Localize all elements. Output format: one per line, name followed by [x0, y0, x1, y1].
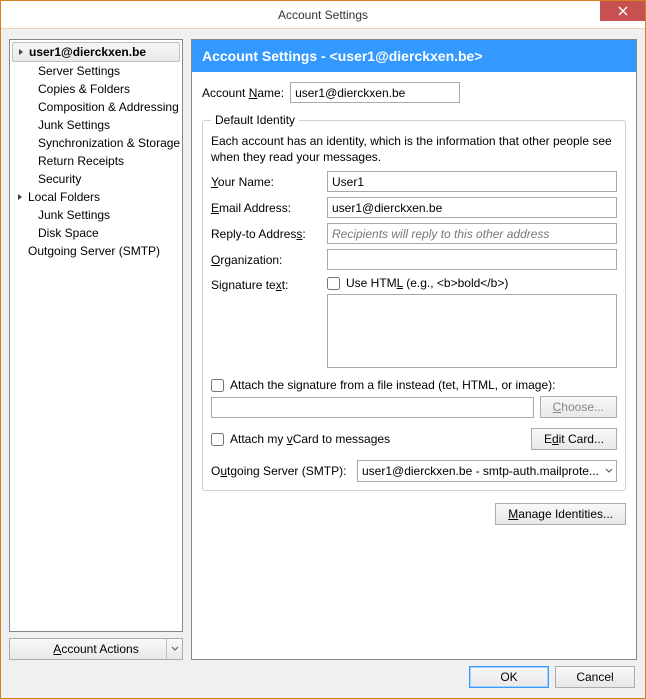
- main-row: user1@dierckxen.be Server Settings Copies …: [9, 39, 637, 660]
- tree-item[interactable]: Synchronization & Storage: [10, 134, 182, 152]
- manage-identities-row: Manage Identities...: [202, 503, 626, 525]
- tree-item[interactable]: user1@dierckxen.be: [12, 42, 180, 62]
- choose-file-button: Choose...: [540, 396, 617, 418]
- tree-item-label: Security: [38, 172, 81, 186]
- use-html-checkbox[interactable]: [327, 277, 340, 290]
- tree-item[interactable]: Local Folders: [10, 188, 182, 206]
- signature-row: Signature text: Use HTML (e.g., <b>bold<…: [211, 276, 617, 368]
- smtp-label: Outgoing Server (SMTP):: [211, 464, 351, 478]
- sidebar: user1@dierckxen.be Server Settings Copies …: [9, 39, 183, 660]
- reply-to-input[interactable]: [327, 223, 617, 244]
- vcard-checkbox[interactable]: [211, 433, 224, 446]
- manage-identities-button[interactable]: Manage Identities...: [495, 503, 626, 525]
- tree-item-label: Return Receipts: [38, 154, 124, 168]
- account-name-row: Account Name:: [202, 82, 626, 103]
- tree-item-label: Server Settings: [38, 64, 120, 78]
- vcard-row: Attach my vCard to messages Edit Card...: [211, 428, 617, 450]
- smtp-row: Outgoing Server (SMTP): user1@dierckxen.…: [211, 460, 617, 482]
- tree-item-label: Junk Settings: [38, 118, 110, 132]
- dialog-body: user1@dierckxen.be Server Settings Copies …: [1, 29, 645, 698]
- signature-textarea[interactable]: [327, 294, 617, 368]
- tree-item-label: Local Folders: [28, 190, 100, 204]
- account-actions-label: Account Actions: [53, 642, 138, 656]
- account-actions-button[interactable]: Account Actions: [9, 638, 183, 660]
- content-header: Account Settings - <user1@dierckxen.be>: [192, 40, 636, 72]
- organization-label: Organization:: [211, 253, 321, 267]
- reply-to-label: Reply-to Address:: [211, 227, 321, 241]
- content-body: Account Name: Default Identity Each acco…: [192, 72, 636, 659]
- tree-item-label: Junk Settings: [38, 208, 110, 222]
- tree-item[interactable]: Junk Settings: [10, 206, 182, 224]
- close-icon: [618, 6, 628, 16]
- vcard-label: Attach my vCard to messages: [230, 432, 390, 446]
- account-tree[interactable]: user1@dierckxen.be Server Settings Copies …: [9, 39, 183, 632]
- attach-file-row: Attach the signature from a file instead…: [211, 378, 617, 392]
- dialog-footer: OK Cancel: [9, 660, 637, 690]
- expander-icon[interactable]: [16, 192, 26, 202]
- account-name-input[interactable]: [290, 82, 460, 103]
- content-panel: Account Settings - <user1@dierckxen.be> …: [191, 39, 637, 660]
- group-legend: Default Identity: [211, 113, 299, 127]
- organization-input[interactable]: [327, 249, 617, 270]
- attach-file-checkbox[interactable]: [211, 379, 224, 392]
- identity-description: Each account has an identity, which is t…: [211, 133, 617, 165]
- cancel-button[interactable]: Cancel: [555, 666, 635, 688]
- tree-item-label: Outgoing Server (SMTP): [28, 244, 160, 258]
- window-title: Account Settings: [278, 8, 368, 22]
- tree-item[interactable]: Server Settings: [10, 62, 182, 80]
- email-input[interactable]: [327, 197, 617, 218]
- attach-file-path-row: Choose...: [211, 396, 617, 418]
- attach-file-path-input: [211, 397, 534, 418]
- expander-icon[interactable]: [17, 47, 27, 57]
- identity-form: Your Name: Email Address: Reply-to Addre…: [211, 171, 617, 270]
- tree-item-label: Composition & Addressing: [38, 100, 179, 114]
- attach-file-label: Attach the signature from a file instead…: [230, 378, 555, 392]
- titlebar: Account Settings: [1, 1, 645, 29]
- ok-button[interactable]: OK: [469, 666, 549, 688]
- tree-item[interactable]: Security: [10, 170, 182, 188]
- tree-item-label: Copies & Folders: [38, 82, 130, 96]
- email-label: Email Address:: [211, 201, 321, 215]
- tree-item[interactable]: Composition & Addressing: [10, 98, 182, 116]
- tree-item-label: Disk Space: [38, 226, 99, 240]
- tree-item-label: user1@dierckxen.be: [29, 45, 146, 59]
- default-identity-group: Default Identity Each account has an ide…: [202, 113, 626, 491]
- tree-item[interactable]: Disk Space: [10, 224, 182, 242]
- account-settings-window: Account Settings user1@dierckxen.be Serve…: [0, 0, 646, 699]
- your-name-input[interactable]: [327, 171, 617, 192]
- account-name-label: Account Name:: [202, 86, 284, 100]
- tree-item[interactable]: Junk Settings: [10, 116, 182, 134]
- edit-card-button[interactable]: Edit Card...: [531, 428, 617, 450]
- chevron-down-icon: [166, 639, 182, 659]
- use-html-label: Use HTML (e.g., <b>bold</b>): [346, 276, 508, 290]
- tree-item[interactable]: Return Receipts: [10, 152, 182, 170]
- signature-label: Signature text:: [211, 276, 321, 292]
- tree-item[interactable]: Copies & Folders: [10, 80, 182, 98]
- smtp-select[interactable]: user1@dierckxen.be - smtp-auth.mailprote…: [357, 460, 617, 482]
- tree-item-label: Synchronization & Storage: [38, 136, 180, 150]
- close-button[interactable]: [600, 1, 645, 21]
- your-name-label: Your Name:: [211, 175, 321, 189]
- tree-item[interactable]: Outgoing Server (SMTP): [10, 242, 182, 260]
